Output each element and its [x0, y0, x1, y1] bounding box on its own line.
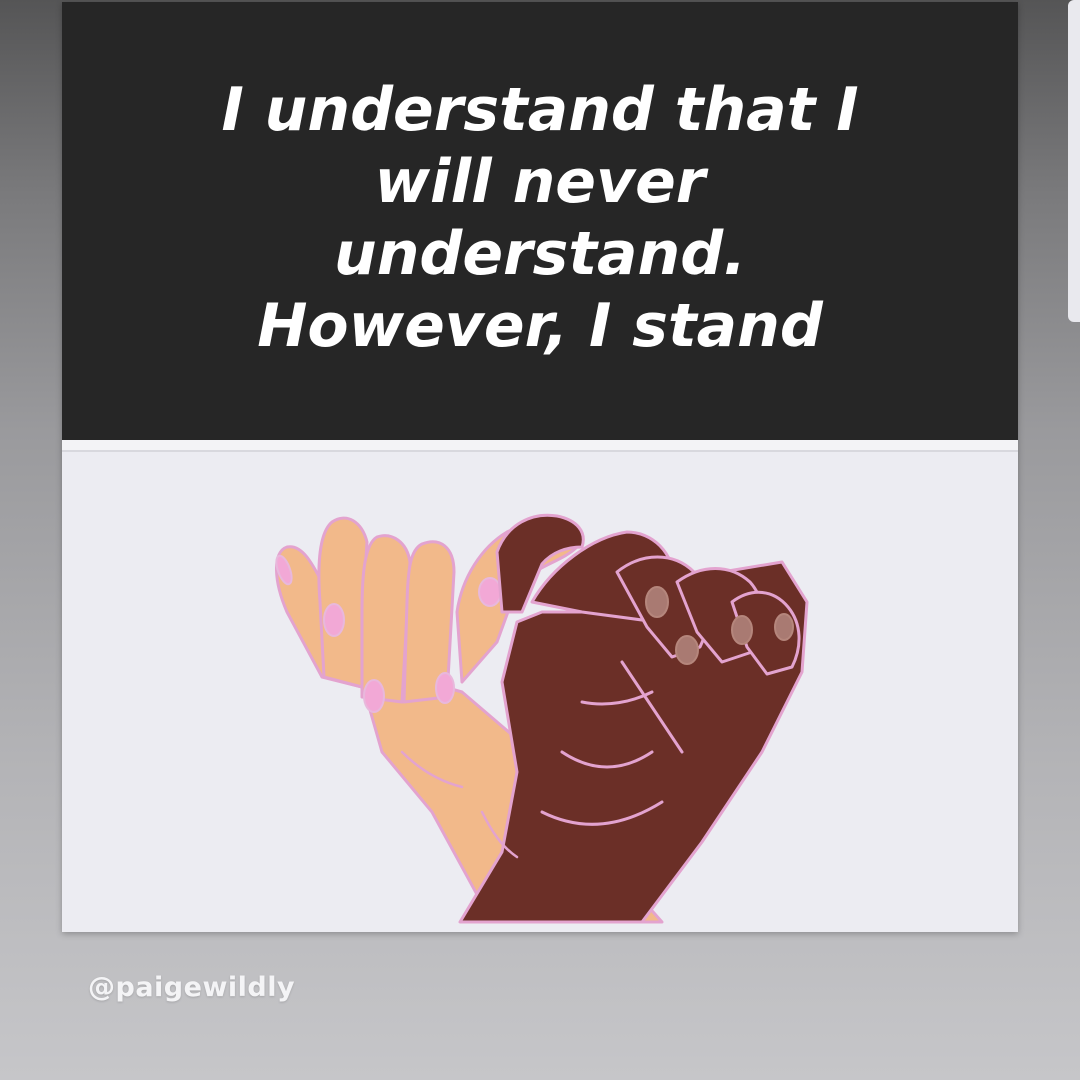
quote-text: I understand that I will never understan… — [221, 75, 859, 361]
author-handle[interactable]: @paigewildly — [88, 972, 295, 1003]
dark-hand — [458, 513, 809, 924]
post-image: I understand that I will never understan… — [62, 2, 1018, 932]
scroll-indicator[interactable] — [1068, 0, 1080, 322]
pinky-promise-illustration — [62, 450, 1018, 932]
quote-banner: I understand that I will never understan… — [62, 2, 1018, 440]
pinky-promise-hands-icon — [275, 513, 809, 924]
